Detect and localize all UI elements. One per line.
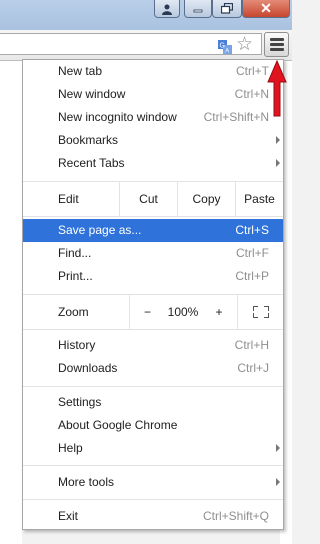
menu-separator xyxy=(23,465,283,466)
fullscreen-button[interactable] xyxy=(237,295,283,329)
translate-icon[interactable]: G A xyxy=(218,40,232,54)
close-button[interactable]: ✕ xyxy=(242,0,290,18)
menu-item-find[interactable]: Find... Ctrl+F xyxy=(23,242,283,265)
menu-item-label: Help xyxy=(58,441,83,455)
zoom-level: 100% xyxy=(165,295,201,329)
page-background xyxy=(0,61,22,544)
menu-item-downloads[interactable]: Downloads Ctrl+J xyxy=(23,357,283,380)
menu-item-settings[interactable]: Settings xyxy=(23,391,283,414)
address-bar[interactable]: G A ☆ xyxy=(0,33,262,55)
menu-item-label: More tools xyxy=(58,475,115,489)
menu-item-print[interactable]: Print... Ctrl+P xyxy=(23,265,283,288)
menu-item-label: Downloads xyxy=(58,361,118,375)
cut-label: Cut xyxy=(139,192,158,206)
zoom-in-button[interactable]: + xyxy=(201,295,237,329)
window-titlebar: ✕ xyxy=(0,0,292,30)
menu-item-help[interactable]: Help xyxy=(23,437,283,460)
menu-item-shortcut: Ctrl+Shift+Q xyxy=(202,509,269,523)
svg-text:G: G xyxy=(220,43,225,50)
menu-item-new-window[interactable]: New window Ctrl+N xyxy=(23,83,283,106)
menu-item-recent-tabs[interactable]: Recent Tabs xyxy=(23,152,283,175)
menu-item-label: Recent Tabs xyxy=(58,156,125,170)
restore-button[interactable] xyxy=(212,0,242,18)
menu-separator xyxy=(23,499,283,500)
copy-label: Copy xyxy=(192,192,221,206)
menu-separator xyxy=(23,329,283,330)
cut-button[interactable]: Cut xyxy=(119,182,177,216)
menu-item-history[interactable]: History Ctrl+H xyxy=(23,334,283,357)
fullscreen-icon xyxy=(252,306,269,318)
menu-item-label: Bookmarks xyxy=(58,133,119,147)
chrome-menu: New tab Ctrl+T New window Ctrl+N New inc… xyxy=(22,59,284,530)
browser-toolbar: G A ☆ xyxy=(0,30,292,61)
bookmark-star-icon[interactable]: ☆ xyxy=(236,35,253,55)
menu-item-label: About Google Chrome xyxy=(58,418,178,432)
submenu-arrow-icon xyxy=(276,478,280,486)
menu-item-label: New incognito window xyxy=(58,110,177,124)
menu-item-bookmarks[interactable]: Bookmarks xyxy=(23,129,283,152)
zoom-out-button[interactable]: − xyxy=(129,295,165,329)
zoom-out-icon: − xyxy=(143,305,151,319)
restore-icon xyxy=(221,3,233,14)
menu-separator xyxy=(23,386,283,387)
menu-item-about-chrome[interactable]: About Google Chrome xyxy=(23,414,283,437)
menu-item-shortcut: Ctrl+J xyxy=(237,361,269,375)
menu-item-shortcut: Ctrl+Shift+N xyxy=(203,110,269,124)
menu-item-shortcut: Ctrl+N xyxy=(234,87,269,101)
zoom-row: Zoom − 100% + xyxy=(23,295,283,329)
zoom-in-icon: + xyxy=(215,305,223,319)
paste-label: Paste xyxy=(244,192,275,206)
copy-button[interactable]: Copy xyxy=(177,182,235,216)
submenu-arrow-icon xyxy=(276,444,280,452)
menu-item-label: New window xyxy=(58,87,126,101)
menu-separator xyxy=(23,216,283,217)
menu-item-shortcut: Ctrl+S xyxy=(235,223,269,237)
menu-item-label: Find... xyxy=(58,246,92,260)
zoom-label: Zoom xyxy=(58,305,89,319)
menu-item-shortcut: Ctrl+H xyxy=(234,338,269,352)
menu-item-label: Print... xyxy=(58,269,93,283)
user-icon xyxy=(162,4,172,15)
svg-text:A: A xyxy=(225,49,229,55)
minimize-icon xyxy=(193,9,203,12)
menu-item-more-tools[interactable]: More tools xyxy=(23,471,283,494)
close-icon: ✕ xyxy=(260,0,272,16)
red-arrow-annotation xyxy=(267,60,287,117)
user-profile-button[interactable] xyxy=(154,0,180,18)
menu-item-shortcut: Ctrl+T xyxy=(236,64,269,78)
menu-item-label: Exit xyxy=(58,509,79,523)
edit-row: Edit Cut Copy Paste xyxy=(23,182,283,216)
zoom-value: 100% xyxy=(167,305,199,319)
chrome-menu-button[interactable] xyxy=(264,32,289,57)
menu-item-save-page-as[interactable]: Save page as... Ctrl+S xyxy=(23,219,283,242)
menu-item-shortcut: Ctrl+P xyxy=(235,269,269,283)
minimize-button[interactable] xyxy=(184,0,212,18)
menu-item-label: Settings xyxy=(58,395,102,409)
menu-item-exit[interactable]: Exit Ctrl+Shift+Q xyxy=(23,505,283,528)
menu-item-new-tab[interactable]: New tab Ctrl+T xyxy=(23,60,283,83)
menu-item-new-incognito-window[interactable]: New incognito window Ctrl+Shift+N xyxy=(23,106,283,129)
paste-button[interactable]: Paste xyxy=(235,182,283,216)
edit-label: Edit xyxy=(58,192,79,206)
menu-item-label: New tab xyxy=(58,64,103,78)
menu-item-label: Save page as... xyxy=(58,223,142,237)
submenu-arrow-icon xyxy=(276,159,280,167)
menu-item-shortcut: Ctrl+F xyxy=(236,246,269,260)
menu-item-label: History xyxy=(58,338,96,352)
submenu-arrow-icon xyxy=(276,136,280,144)
